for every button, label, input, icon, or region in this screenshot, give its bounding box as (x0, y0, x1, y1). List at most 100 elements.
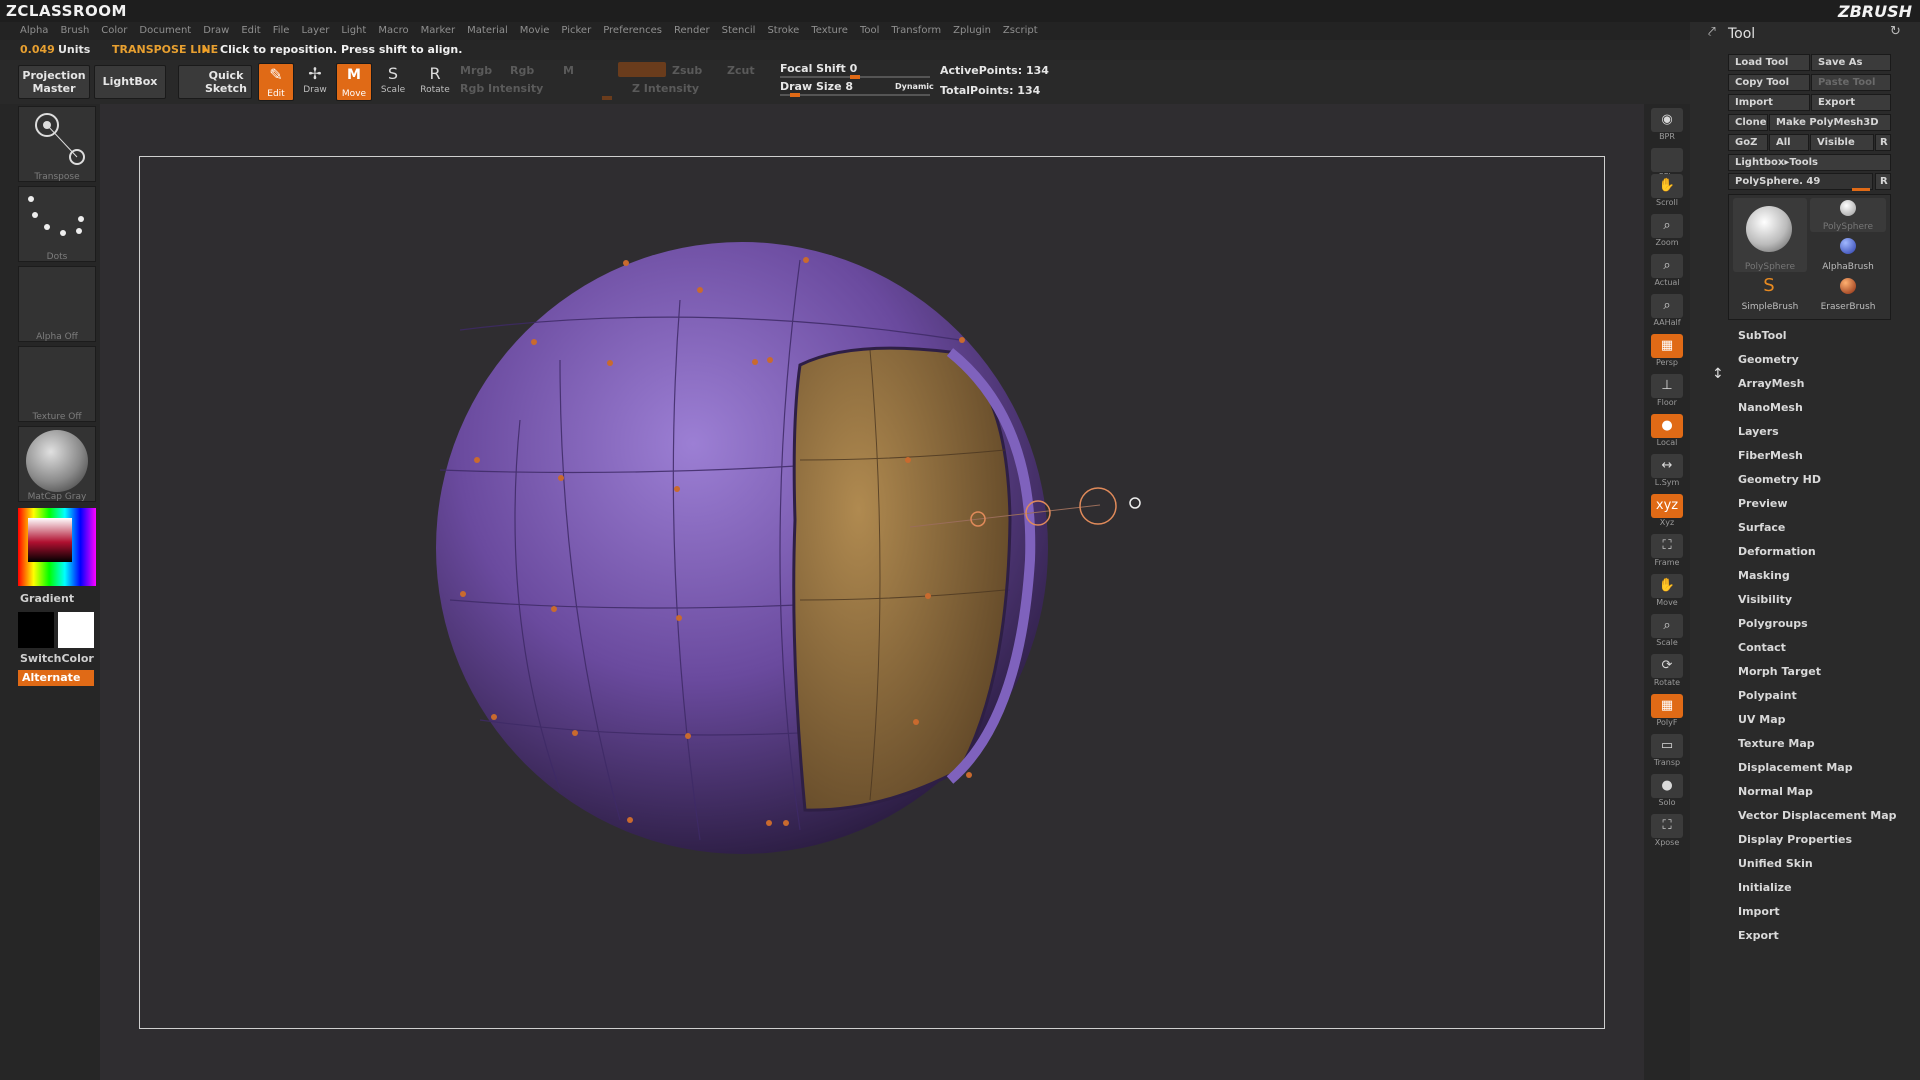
tray-actual-button[interactable]: ⌕ Actual (1648, 254, 1686, 290)
goz-r-button[interactable]: R (1875, 134, 1891, 151)
solo-icon: ● (1651, 774, 1683, 798)
subpalette-polypaint[interactable]: Polypaint (1738, 689, 1797, 702)
xyz-icon: xyz (1651, 494, 1683, 518)
subpalette-masking[interactable]: Masking (1738, 569, 1790, 582)
tool-thumb-label-4: SimpleBrush (1741, 302, 1799, 312)
xyz-label: Xyz (1659, 518, 1675, 527)
import-button[interactable]: Import (1728, 94, 1810, 111)
subpalette-export[interactable]: Export (1738, 929, 1779, 942)
tray-bpr-button[interactable]: ◉ BPR (1648, 108, 1686, 144)
goz-all-button[interactable]: All (1769, 134, 1809, 151)
subpalette-morph-target[interactable]: Morph Target (1738, 665, 1821, 678)
local-icon: ● (1651, 414, 1683, 438)
tool-thumb-label-2: PolySphere (1822, 222, 1874, 232)
alphabrush-thumb-icon[interactable] (1840, 238, 1856, 254)
subpalette-unified-skin[interactable]: Unified Skin (1738, 857, 1813, 870)
current-tool-knob[interactable] (1852, 188, 1870, 191)
xpose-icon: ⛶ (1651, 814, 1683, 838)
subpalette-layers[interactable]: Layers (1738, 425, 1779, 438)
bpr-icon: ◉ (1651, 108, 1683, 132)
tool-palette-icon: ⤤ (1708, 24, 1716, 40)
lsym-label: L.Sym (1654, 478, 1680, 487)
subpalette-nanomesh[interactable]: NanoMesh (1738, 401, 1803, 414)
paste-tool-button[interactable]: Paste Tool (1811, 74, 1891, 91)
subpalette-uv-map[interactable]: UV Map (1738, 713, 1786, 726)
tray-move-button[interactable]: ✋ Move (1648, 574, 1686, 610)
floor-label: Floor (1657, 398, 1677, 407)
polyf-label: PolyF (1656, 718, 1678, 727)
frame-label: Frame (1654, 558, 1680, 567)
polyf-icon: ▦ (1651, 694, 1683, 718)
subpalette-initialize[interactable]: Initialize (1738, 881, 1792, 894)
spix-icon (1651, 148, 1683, 172)
load-tool-button[interactable]: Load Tool (1728, 54, 1810, 71)
transp-icon: ▭ (1651, 734, 1683, 758)
viewport-scene[interactable] (0, 0, 1644, 1080)
subpalette-surface[interactable]: Surface (1738, 521, 1785, 534)
copy-tool-button[interactable]: Copy Tool (1728, 74, 1810, 91)
tool-thumb-label-5: EraserBrush (1820, 302, 1876, 312)
masked-panel (792, 346, 1036, 812)
tray-rotate-button[interactable]: ⟳ Rotate (1648, 654, 1686, 690)
export-button[interactable]: Export (1811, 94, 1891, 111)
aahalf-label: AAHalf (1653, 318, 1681, 327)
simplebrush-thumb-icon[interactable]: S (1760, 276, 1778, 296)
goz-visible-button[interactable]: Visible (1810, 134, 1874, 151)
tray-local-button[interactable]: ● Local (1648, 414, 1686, 450)
tray-aahalf-button[interactable]: ⌕ AAHalf (1648, 294, 1686, 330)
polysphere-thumb-icon (1746, 206, 1792, 252)
tray-solo-button[interactable]: ● Solo (1648, 774, 1686, 810)
subpalette-visibility[interactable]: Visibility (1738, 593, 1792, 606)
tray-polyf-button[interactable]: ▦ PolyF (1648, 694, 1686, 730)
tray-xyz-button[interactable]: xyz Xyz (1648, 494, 1686, 530)
make-polymesh-button[interactable]: Make PolyMesh3D (1769, 114, 1891, 131)
goz-button[interactable]: GoZ (1728, 134, 1768, 151)
floor-icon: ⊥ (1651, 374, 1683, 398)
zoom-icon: ⌕ (1651, 214, 1683, 238)
subpalette-preview[interactable]: Preview (1738, 497, 1788, 510)
actual-icon: ⌕ (1651, 254, 1683, 278)
subpalette-polygroups[interactable]: Polygroups (1738, 617, 1808, 630)
subpalette-normal-map[interactable]: Normal Map (1738, 785, 1813, 798)
tray-xpose-button[interactable]: ⛶ Xpose (1648, 814, 1686, 850)
tray-scale-button[interactable]: ⌕ Scale (1648, 614, 1686, 650)
tool-thumb-label-3: AlphaBrush (1822, 262, 1874, 272)
tray-transp-button[interactable]: ▭ Transp (1648, 734, 1686, 770)
subpalette-subtool[interactable]: SubTool (1738, 329, 1787, 342)
subpalette-display-properties[interactable]: Display Properties (1738, 833, 1852, 846)
tool-thumb-polysphere-large[interactable] (1733, 198, 1807, 272)
refresh-icon[interactable]: ↻ (1890, 24, 1901, 39)
subpalette-texture-map[interactable]: Texture Map (1738, 737, 1815, 750)
polysphere-small-icon (1840, 200, 1856, 216)
subpalette-import[interactable]: Import (1738, 905, 1780, 918)
subpalette-vector-displacement-map[interactable]: Vector Displacement Map (1738, 809, 1897, 822)
subpalette-geometry[interactable]: Geometry (1738, 353, 1799, 366)
lightbox-tools-button[interactable]: Lightbox▸Tools (1728, 154, 1891, 171)
current-tool-r-button[interactable]: R (1875, 173, 1891, 190)
tray-scroll-button[interactable]: ✋ Scroll (1648, 174, 1686, 210)
subpalette-displacement-map[interactable]: Displacement Map (1738, 761, 1853, 774)
tray-floor-button[interactable]: ⊥ Floor (1648, 374, 1686, 410)
tray-persp-button[interactable]: ▦ Persp (1648, 334, 1686, 370)
xpose-label: Xpose (1654, 838, 1680, 847)
frame-icon: ⛶ (1651, 534, 1683, 558)
scale-icon: ⌕ (1651, 614, 1683, 638)
resize-cursor-icon: ↕ (1712, 366, 1724, 382)
right-shelf: ◉BPRSPix✋Scroll⌕Zoom⌕Actual⌕AAHalf▦Persp… (1644, 104, 1690, 1080)
move-label: Move (1656, 598, 1678, 607)
subpalette-arraymesh[interactable]: ArrayMesh (1738, 377, 1804, 390)
tray-zoom-button[interactable]: ⌕ Zoom (1648, 214, 1686, 250)
tray-frame-button[interactable]: ⛶ Frame (1648, 534, 1686, 570)
save-as-button[interactable]: Save As (1811, 54, 1891, 71)
persp-icon: ▦ (1651, 334, 1683, 358)
eraserbrush-thumb-icon[interactable] (1840, 278, 1856, 294)
subpalette-geometry-hd[interactable]: Geometry HD (1738, 473, 1821, 486)
subpalette-fibermesh[interactable]: FiberMesh (1738, 449, 1803, 462)
tool-palette-title[interactable]: Tool (1728, 26, 1755, 42)
rotate-label: Rotate (1653, 678, 1681, 687)
subpalette-contact[interactable]: Contact (1738, 641, 1786, 654)
transp-label: Transp (1653, 758, 1681, 767)
tray-lsym-button[interactable]: ↔ L.Sym (1648, 454, 1686, 490)
subpalette-deformation[interactable]: Deformation (1738, 545, 1816, 558)
clone-button[interactable]: Clone (1728, 114, 1768, 131)
